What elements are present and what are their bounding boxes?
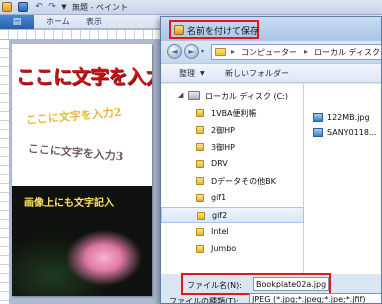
tree-item-label: 2御HP [211,126,235,135]
dialog-body: ◢ ローカル ディスク (C:) 1VBA便利帳 2御HP 3御HP DRV D… [161,84,381,274]
tree-item-local-disk[interactable]: ◢ ローカル ディスク (C:) [161,88,304,104]
file-name: 122MB.jpg [327,113,370,122]
dialog-toolbar: 整理 ▼ 新しいフォルダー [161,63,381,83]
flower-photo: 画像上にも文字記入 [12,186,152,296]
tree-item-label: 1VBA便利帳 [211,109,257,118]
filename-input[interactable] [253,277,329,291]
folder-tree[interactable]: ◢ ローカル ディスク (C:) 1VBA便利帳 2御HP 3御HP DRV D… [161,84,304,274]
folder-icon [197,212,205,220]
folder-icon [196,177,204,185]
breadcrumb-separator[interactable]: ▸ [304,47,308,56]
photo-caption: 画像上にも文字記入 [24,198,114,209]
tree-item-label: ローカル ディスク (C:) [205,92,289,101]
address-bar[interactable]: ▸ コンピューター ▸ ローカル ディスク [211,44,381,60]
tab-view[interactable]: 表示 [86,15,102,29]
dialog-title: 名前を付けて保存 [187,27,260,37]
tree-item-label: gif2 [212,211,228,220]
dialog-footer: ファイル名(N): ファイルの種類(T): JPEG (*.jpg;*.jpeg… [161,273,381,304]
file-list[interactable]: 122MB.jpg SANY0118... [305,84,381,274]
file-menu-button[interactable]: ▤ [0,15,34,29]
canvas-text-line2: ここに文字を入力2 [25,105,122,127]
tree-item-label: Dデータその他BK [211,177,276,186]
tab-home[interactable]: ホーム [46,15,70,29]
vertical-ruler [0,40,10,304]
new-folder-button[interactable]: 新しいフォルダー [225,68,289,79]
paint-window-title: 無題 - ペイント [72,3,128,12]
breadcrumb-computer[interactable]: コンピューター [241,47,297,58]
tree-item-folder-selected[interactable]: gif2 [161,207,304,223]
dialog-titlebar: 名前を付けて保存 [161,17,381,41]
paint-canvas[interactable]: ここに文字を入力1 ここに文字を入力2 ここに文字を入力3 画像上にも文字記入 [12,44,152,296]
undo-icon[interactable]: ↶ [34,2,44,12]
tree-item-folder[interactable]: 3御HP [161,139,304,155]
save-as-dialog: 名前を付けて保存 ◄ ► ▾ ▸ コンピューター ▸ ローカル ディスク 整理 … [160,16,382,304]
tree-item-folder[interactable]: gif1 [161,190,304,206]
save-icon[interactable] [18,2,28,12]
filetype-select[interactable]: JPEG (*.jpg;*.jpeg;*.jpe;*.jfif) [249,293,381,303]
image-file-icon [313,113,323,122]
tree-item-label: Jumbo [211,244,237,253]
back-button[interactable]: ◄ [167,44,182,59]
organize-button[interactable]: 整理 [179,68,195,79]
paint-titlebar: ↶ ↷ ▼ 無題 - ペイント [0,0,382,15]
tree-item-folder[interactable]: Intel [161,224,304,240]
tree-item-label: DRV [211,159,228,168]
canvas-text-line3: ここに文字を入力3 [27,142,124,164]
breadcrumb-separator[interactable]: ▸ [231,47,235,56]
recent-locations-dropdown-icon[interactable]: ▾ [201,48,204,55]
paint-app-icon [174,25,184,35]
tree-item-label: 3御HP [211,143,235,152]
tree-item-folder[interactable]: 2御HP [161,122,304,138]
tree-item-folder[interactable]: DRV [161,156,304,172]
redo-icon[interactable]: ↷ [47,2,57,12]
tree-item-folder[interactable]: Dデータその他BK [161,173,304,189]
folder-icon [196,126,204,134]
dialog-navigation: ◄ ► ▾ ▸ コンピューター ▸ ローカル ディスク [161,41,381,63]
folder-icon [215,48,226,56]
expand-icon[interactable]: ◢ [178,91,183,99]
file-name: SANY0118... [327,128,377,137]
folder-icon [196,109,204,117]
paint-app-icon[interactable] [2,2,12,12]
folder-icon [196,160,204,168]
tree-item-label: gif1 [211,193,227,202]
canvas-text-line1: ここに文字を入力1 [16,66,152,88]
folder-icon [196,245,204,253]
filename-label: ファイル名(N): [187,281,242,290]
image-file-icon [313,128,323,137]
tree-item-folder[interactable]: Jumbo [161,241,304,257]
forward-button[interactable]: ► [184,44,199,59]
folder-icon [196,194,204,202]
folder-icon [196,143,204,151]
tree-item-label: Intel [211,227,229,236]
drive-icon [188,91,200,100]
chevron-down-icon[interactable]: ▼ [200,70,205,77]
title-highlight-box: 名前を付けて保存 [169,20,259,39]
quick-access-dropdown-icon[interactable]: ▼ [59,2,69,12]
filename-highlight-box: ファイル名(N): [181,273,331,295]
folder-icon [196,228,204,236]
breadcrumb-local-disk[interactable]: ローカル ディスク [314,47,380,58]
tree-item-folder[interactable]: 1VBA便利帳 [161,105,304,121]
filetype-label: ファイルの種類(T): [169,297,239,304]
